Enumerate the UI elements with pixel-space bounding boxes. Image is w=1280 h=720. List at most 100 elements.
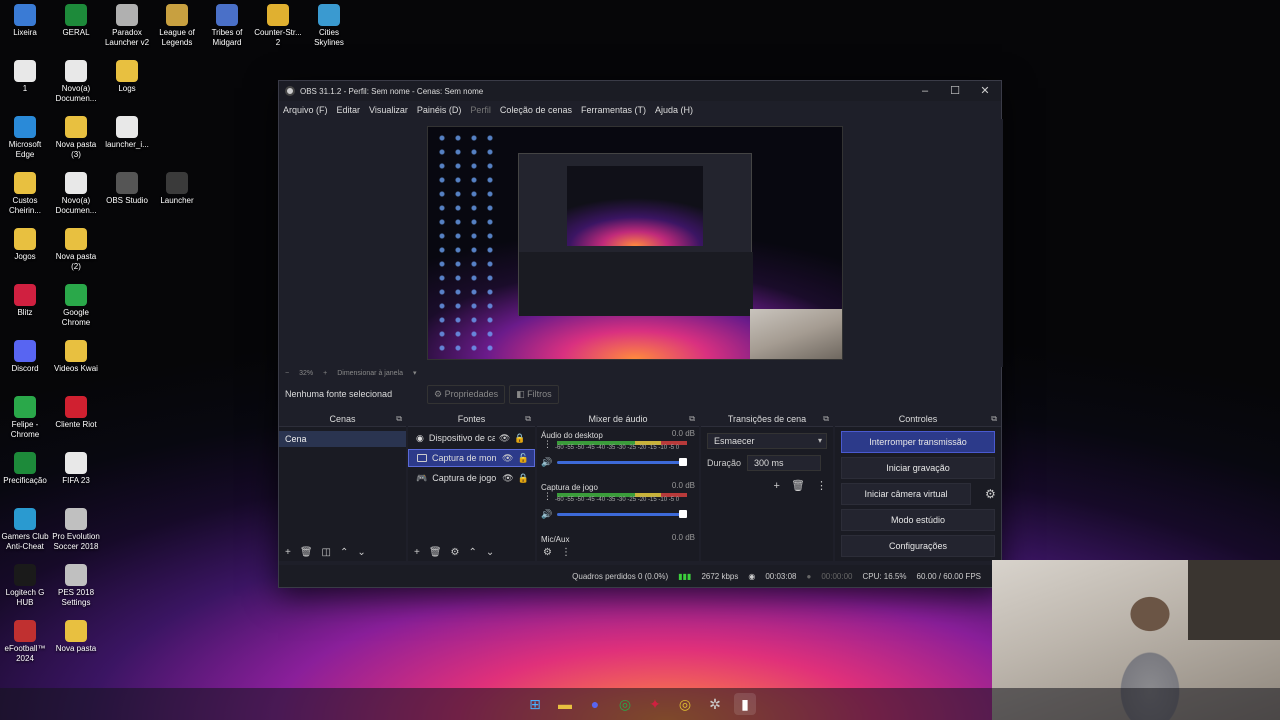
blitz-icon[interactable]: ✦ [644, 693, 666, 715]
remove-scene-button[interactable]: 🗑 [300, 547, 313, 558]
minimize-button[interactable]: – [911, 83, 939, 99]
kebab-menu-icon[interactable]: ⋮ [561, 547, 571, 558]
volume-slider[interactable] [557, 510, 687, 518]
move-down-button[interactable]: ⌄ [357, 547, 365, 558]
settings-button[interactable]: Configurações [841, 535, 995, 557]
speaker-icon[interactable]: 🔊 [541, 509, 552, 520]
desktop-icon[interactable]: Pro Evolution Soccer 2018 [51, 508, 101, 552]
desktop-icon[interactable]: Cliente Riot [51, 396, 101, 430]
undock-icon[interactable]: ⧉ [689, 411, 695, 427]
desktop-icon[interactable]: Felipe - Chrome [0, 396, 50, 440]
desktop-icon[interactable]: League of Legends [152, 4, 202, 48]
desktop-icon[interactable]: 1 [0, 60, 50, 94]
volume-knob[interactable] [679, 510, 687, 518]
add-transition-button[interactable]: + [773, 480, 779, 492]
properties-button[interactable]: ⚙ Propriedades [427, 384, 506, 404]
menu-item[interactable]: Arquivo (F) [283, 105, 328, 115]
source-item-selected[interactable]: Captura de mon 👁 🔓 [408, 449, 535, 467]
desktop-icon[interactable]: Launcher [152, 172, 202, 206]
eye-icon[interactable]: 👁 [502, 453, 513, 464]
desktop-icon[interactable]: FIFA 23 [51, 452, 101, 486]
duration-input[interactable]: 300 ms [747, 455, 822, 471]
undock-icon[interactable]: ⧉ [525, 411, 531, 427]
desktop-icon[interactable]: Blitz [0, 284, 50, 318]
obs-taskbar-icon[interactable]: ▮ [734, 693, 756, 715]
menu-item[interactable]: Ferramentas (T) [581, 105, 646, 115]
desktop-icon[interactable]: Counter-Str... 2 [253, 4, 303, 48]
desktop-icon[interactable]: Lixeira [0, 4, 50, 38]
zoom-out-button[interactable]: − [285, 370, 289, 377]
kebab-menu-icon[interactable]: ⋮ [543, 439, 552, 450]
undock-icon[interactable]: ⧉ [991, 411, 997, 427]
desktop-icon[interactable]: Novo(a) Documen... [51, 60, 101, 104]
close-button[interactable]: ✕ [971, 83, 999, 99]
desktop-icon[interactable]: Microsoft Edge [0, 116, 50, 160]
desktop-icon[interactable]: Nova pasta [51, 620, 101, 654]
speaker-icon[interactable]: 🔊 [541, 457, 552, 468]
chevron-down-icon[interactable]: ▾ [413, 369, 417, 377]
menu-item[interactable]: Painéis (D) [417, 105, 462, 115]
undock-icon[interactable]: ⧉ [396, 411, 402, 427]
advanced-audio-icon[interactable]: ⚙ [543, 547, 552, 558]
desktop-icon[interactable]: Nova pasta (3) [51, 116, 101, 160]
stop-stream-button[interactable]: Interromper transmissão [841, 431, 995, 453]
title-bar[interactable]: OBS 31.1.2 - Perfil: Sem nome - Cenas: S… [279, 81, 1001, 101]
desktop-icon[interactable]: eFootball™ 2024 [0, 620, 50, 664]
desktop-icon[interactable]: OBS Studio [102, 172, 152, 206]
chrome-icon[interactable]: ◎ [614, 693, 636, 715]
lock-icon[interactable]: 🔓 [517, 453, 528, 464]
start-recording-button[interactable]: Iniciar gravação [841, 457, 995, 479]
move-down-button[interactable]: ⌄ [486, 547, 494, 558]
start-virtual-camera-button[interactable]: Iniciar câmera virtual [841, 483, 971, 505]
desktop-icon[interactable]: Discord [0, 340, 50, 374]
desktop-icon[interactable]: Tribes of Midgard [202, 4, 252, 48]
menu-item[interactable]: Editar [337, 105, 361, 115]
source-item[interactable]: 🎮 Captura de jogo 👁 🔒 [408, 469, 535, 487]
maximize-button[interactable]: ☐ [941, 83, 969, 99]
preview-canvas[interactable] [427, 126, 843, 360]
chrome-profile-icon[interactable]: ◎ [674, 693, 696, 715]
desktop-icon[interactable]: Jogos [0, 228, 50, 262]
discord-icon[interactable]: ● [584, 693, 606, 715]
desktop-icon[interactable]: Logitech G HUB [0, 564, 50, 608]
filters-button[interactable]: ◧ Filtros [509, 384, 559, 404]
eye-icon[interactable]: 👁 [499, 433, 510, 444]
zoom-in-button[interactable]: + [323, 370, 327, 377]
desktop-icon[interactable]: Custos Cheirin... [0, 172, 50, 216]
remove-source-button[interactable]: 🗑 [429, 547, 442, 558]
desktop-icon[interactable]: Gamers Club Anti-Cheat [0, 508, 50, 552]
desktop-icon[interactable]: launcher_i... [102, 116, 152, 150]
desktop-icon[interactable]: Logs [102, 60, 152, 94]
kebab-menu-icon[interactable]: ⋮ [816, 480, 827, 492]
lock-icon[interactable]: 🔒 [514, 433, 525, 444]
lock-icon[interactable]: 🔒 [518, 473, 529, 484]
move-up-button[interactable]: ⌃ [469, 547, 477, 558]
scene-item[interactable]: Cena [279, 431, 406, 447]
source-properties-button[interactable]: ⚙ [451, 547, 460, 558]
menu-item[interactable]: Coleção de cenas [500, 105, 572, 115]
fit-window-label[interactable]: Dimensionar à janela [337, 370, 403, 377]
desktop-icon[interactable]: Paradox Launcher v2 [102, 4, 152, 48]
move-up-button[interactable]: ⌃ [340, 547, 348, 558]
add-scene-button[interactable]: + [285, 547, 291, 558]
eye-icon[interactable]: 👁 [502, 473, 513, 484]
windows-start-icon[interactable]: ⊞ [524, 693, 546, 715]
source-item[interactable]: ◉ Dispositivo de ca 👁 🔒 [408, 429, 535, 447]
menu-item[interactable]: Visualizar [369, 105, 408, 115]
paradox-icon[interactable]: ✲ [704, 693, 726, 715]
desktop-icon[interactable]: Cities Skylines [304, 4, 354, 48]
add-source-button[interactable]: + [414, 547, 420, 558]
gear-icon[interactable]: ⚙ [985, 487, 996, 501]
desktop-icon[interactable]: Videos Kwai [51, 340, 101, 374]
studio-mode-button[interactable]: Modo estúdio [841, 509, 995, 531]
desktop-icon[interactable]: PES 2018 Settings [51, 564, 101, 608]
desktop-icon[interactable]: Novo(a) Documen... [51, 172, 101, 216]
desktop-icon[interactable]: Precificação [0, 452, 50, 486]
menu-item[interactable]: Perfil [470, 105, 491, 115]
desktop-icon[interactable]: Google Chrome [51, 284, 101, 328]
desktop-icon[interactable]: Nova pasta (2) [51, 228, 101, 272]
scene-filters-button[interactable]: ◫ [322, 547, 331, 558]
menu-item[interactable]: Ajuda (H) [655, 105, 693, 115]
file-explorer-icon[interactable]: ▬ [554, 693, 576, 715]
kebab-menu-icon[interactable]: ⋮ [543, 491, 552, 502]
